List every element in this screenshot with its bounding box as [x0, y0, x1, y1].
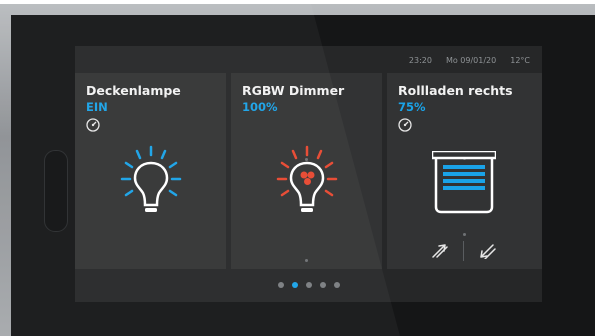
arrow-down-icon[interactable]	[479, 243, 497, 259]
page-dot[interactable]	[277, 282, 284, 288]
status-bar: 23:20 Mo 09/01/20 12°C	[409, 56, 530, 65]
page-indicator[interactable]	[75, 282, 542, 288]
indicator-dot	[463, 233, 466, 236]
blind-icon	[432, 151, 496, 214]
tile-value: EIN	[86, 100, 108, 114]
page-dot[interactable]	[319, 282, 326, 288]
status-temperature: 12°C	[510, 56, 530, 65]
page-dot[interactable]	[305, 282, 312, 288]
rgb-lightbulb-icon	[276, 145, 338, 212]
status-time: 23:20	[408, 56, 432, 65]
tile-title: Rollladen rechts	[398, 83, 513, 98]
proximity-sensor	[44, 150, 68, 232]
touch-screen: 23:20 Mo 09/01/20 12°C Deckenlampe EIN R…	[75, 46, 542, 302]
status-date: Mo 09/01/20	[445, 56, 497, 65]
control-separator	[463, 241, 464, 261]
tile-value: 100%	[242, 100, 278, 114]
tile-title: RGBW Dimmer	[242, 83, 345, 98]
indicator-dot	[305, 259, 308, 262]
tile-rgbw-dimmer[interactable]: RGBW Dimmer 100%	[231, 73, 382, 269]
tile-deckenlampe[interactable]: Deckenlampe EIN	[75, 73, 226, 269]
arrow-up-icon[interactable]	[431, 243, 449, 259]
page-dot[interactable]	[291, 282, 298, 288]
dial-icon[interactable]	[86, 118, 100, 132]
tile-rollladen-rechts[interactable]: Rollladen rechts 75%	[387, 73, 542, 269]
tile-title: Deckenlampe	[86, 83, 181, 98]
lightbulb-icon	[120, 145, 182, 212]
tile-value: 75%	[398, 100, 426, 114]
page-dot[interactable]	[333, 282, 340, 288]
dial-icon[interactable]	[398, 118, 412, 132]
